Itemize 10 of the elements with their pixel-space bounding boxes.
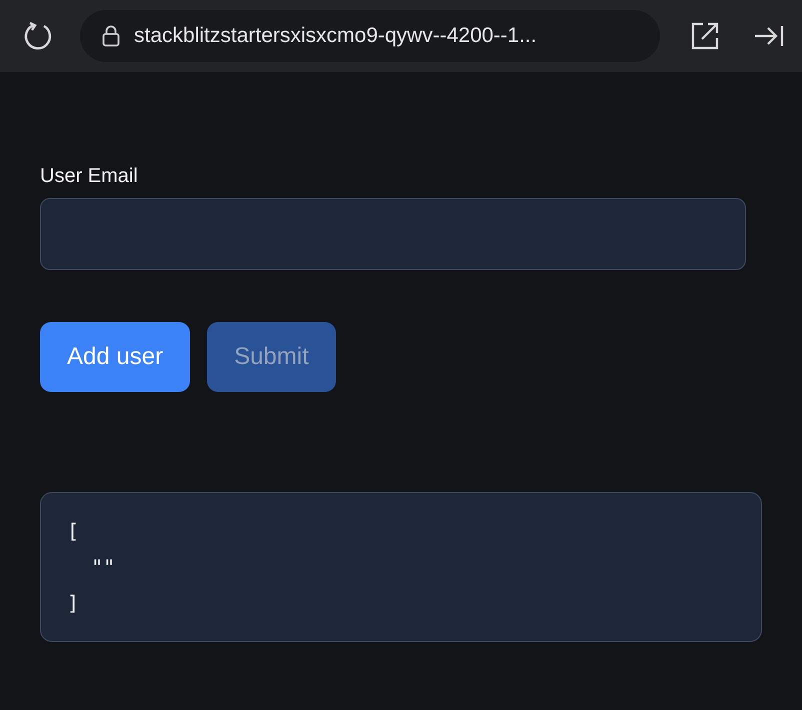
- email-input[interactable]: [40, 198, 746, 270]
- json-output: [ "" ]: [40, 492, 762, 642]
- url-text: stackblitzstartersxisxcmo9-qywv--4200--1...: [134, 24, 537, 48]
- address-bar[interactable]: stackblitzstartersxisxcmo9-qywv--4200--1...: [80, 10, 660, 62]
- action-button[interactable]: Add user: [40, 322, 190, 392]
- reload-icon[interactable]: [22, 20, 54, 52]
- lock-icon: [102, 25, 120, 47]
- field-label: User Email: [40, 164, 138, 188]
- external-link-icon[interactable]: [690, 21, 720, 51]
- collapse-icon[interactable]: [754, 23, 784, 49]
